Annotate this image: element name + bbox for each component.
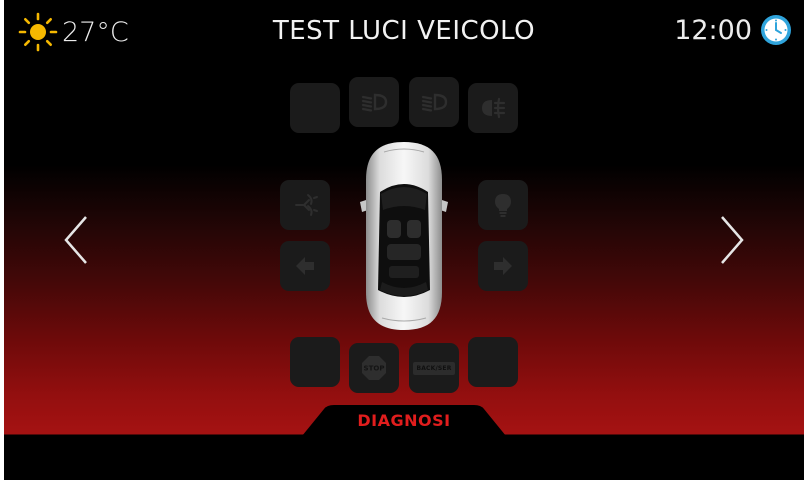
low-beam-left-button[interactable] (349, 77, 399, 127)
low-beam-right-button[interactable] (409, 77, 459, 127)
fog-light-button[interactable] (468, 83, 518, 133)
fog-light-icon (482, 97, 506, 119)
stop-light-button[interactable]: STOP (349, 343, 399, 393)
clock-widget: 12:00 (674, 14, 792, 46)
low-beam-icon (361, 93, 388, 112)
chevron-left-icon (64, 216, 87, 264)
right-indicator-button[interactable] (478, 241, 528, 291)
light-button-blank-1[interactable] (290, 83, 340, 133)
wiper-washer-icon (295, 194, 318, 216)
right-indicator-icon (494, 257, 512, 275)
next-page-button[interactable] (716, 214, 746, 266)
chevron-right-icon (721, 216, 744, 264)
light-button-blank-2[interactable] (290, 337, 340, 387)
time-label: 12:00 (674, 14, 752, 46)
low-beam-icon (421, 93, 448, 112)
left-indicator-icon (296, 257, 314, 275)
bulb-light-button[interactable] (478, 180, 528, 230)
previous-page-button[interactable] (62, 214, 92, 266)
car-top-view (360, 142, 448, 330)
screen: 27°C TEST LUCI VEICOLO 12:00 STOP BACK/S… (4, 0, 804, 480)
wiper-washer-button[interactable] (280, 180, 330, 230)
left-indicator-button[interactable] (280, 241, 330, 291)
bulb-icon (495, 194, 511, 217)
light-button-blank-3[interactable] (468, 337, 518, 387)
reverse-light-label: BACK/SER (413, 361, 455, 375)
reverse-light-button[interactable]: BACK/SER (409, 343, 459, 393)
diagnosi-tab-label[interactable]: DIAGNOSI (302, 411, 506, 430)
clock-icon (761, 15, 791, 45)
stop-light-icon: STOP (362, 356, 386, 380)
stop-light-label: STOP (364, 365, 385, 373)
